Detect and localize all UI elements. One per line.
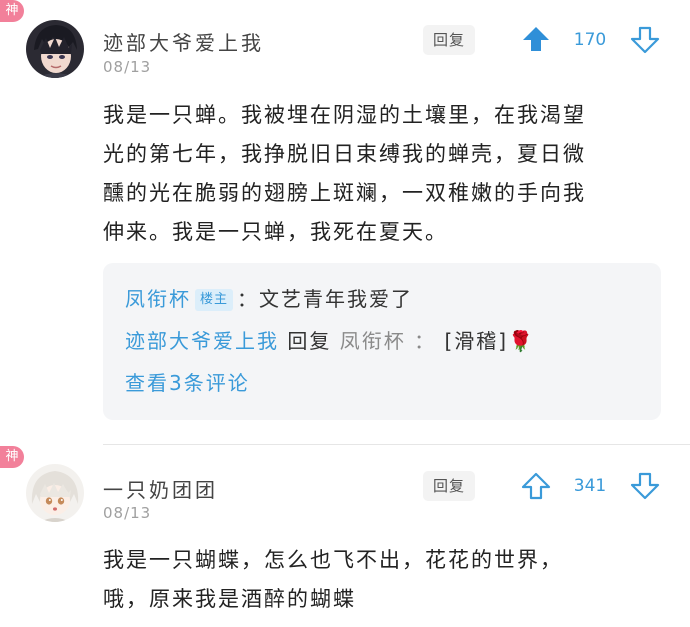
reply-word: 回复 xyxy=(287,329,332,353)
view-more-link[interactable]: 查看3条评论 xyxy=(125,367,250,396)
sub-reply-user[interactable]: 迹部大爷爱上我 xyxy=(125,329,279,353)
god-badge: 神 xyxy=(0,446,24,468)
sub-reply: 凤衔杯 楼主 ：文艺青年我爱了 xyxy=(125,283,413,312)
sub-reply-text: [滑稽] xyxy=(444,329,509,353)
divider xyxy=(103,444,690,445)
arrow-up-icon[interactable] xyxy=(521,471,551,501)
body-line: 伸来。我是一只蝉，我死在夏天。 xyxy=(103,220,448,244)
arrow-down-icon[interactable] xyxy=(630,25,660,55)
sub-replies-box: 凤衔杯 楼主 ：文艺青年我爱了 迹部大爷爱上我 回复 凤衔杯 ： [滑稽]🌹 查看3… xyxy=(103,263,661,420)
avatar[interactable] xyxy=(26,464,84,522)
comment-date: 08/13 xyxy=(103,504,152,522)
vote-count: 341 xyxy=(573,476,607,496)
sub-reply: 迹部大爷爱上我 回复 凤衔杯 ： [滑稽]🌹 xyxy=(125,325,535,354)
reply-button[interactable]: 回复 xyxy=(423,25,475,55)
username[interactable]: 迹部大爷爱上我 xyxy=(103,27,264,56)
sub-reply-user[interactable]: 凤衔杯 xyxy=(125,287,191,311)
username[interactable]: 一只奶团团 xyxy=(103,474,218,503)
comment-date: 08/13 xyxy=(103,58,152,76)
sub-reply-text: ：文艺青年我爱了 xyxy=(237,287,414,311)
comment-body: 我是一只蝴蝶，怎么也飞不出，花花的世界， 哦，原来我是酒醉的蝴蝶 xyxy=(103,541,663,619)
reply-target[interactable]: 凤衔杯 xyxy=(340,329,406,353)
vote-count: 170 xyxy=(573,30,607,50)
body-line: 光的第七年，我挣脱旧日束缚我的蝉壳，夏日微 xyxy=(103,142,586,166)
comment-body: 我是一只蝉。我被埋在阴湿的土壤里，在我渴望 光的第七年，我挣脱旧日束缚我的蝉壳，… xyxy=(103,96,663,252)
rose-emoji: 🌹 xyxy=(508,329,535,353)
body-line: 我是一只蝉。我被埋在阴湿的土壤里，在我渴望 xyxy=(103,103,586,127)
arrow-up-icon[interactable] xyxy=(521,24,551,54)
god-badge: 神 xyxy=(0,0,24,22)
body-line: 我是一只蝴蝶，怎么也飞不出，花花的世界， xyxy=(103,548,563,572)
avatar[interactable] xyxy=(26,20,84,78)
owner-tag: 楼主 xyxy=(195,289,234,311)
body-line: 醺的光在脆弱的翅膀上斑斓，一双稚嫩的手向我 xyxy=(103,181,586,205)
colon: ： xyxy=(414,329,437,353)
body-line: 哦，原来我是酒醉的蝴蝶 xyxy=(103,587,356,611)
arrow-down-icon[interactable] xyxy=(630,471,660,501)
reply-button[interactable]: 回复 xyxy=(423,471,475,501)
